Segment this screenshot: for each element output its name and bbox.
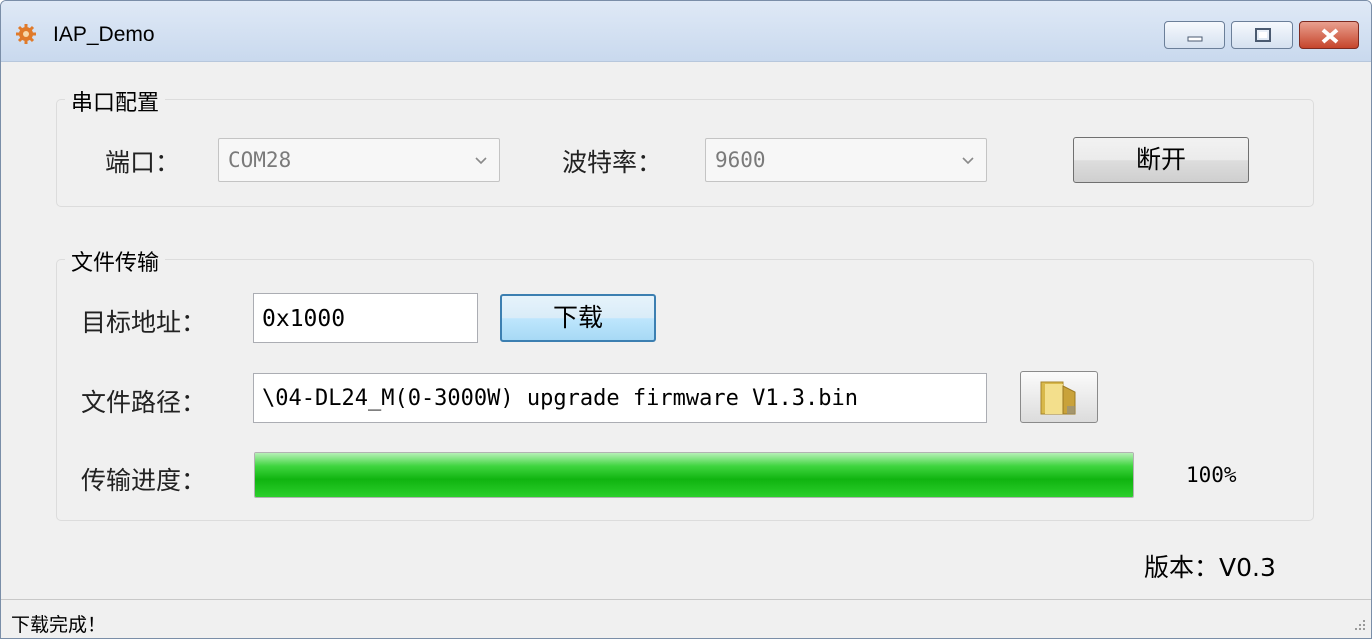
- download-label: 下载: [552, 303, 603, 332]
- status-bar: 下载完成！: [1, 599, 1371, 638]
- baud-select[interactable]: 9600: [705, 138, 987, 182]
- window-title: IAP_Demo: [53, 23, 155, 46]
- file-path-value: \04-DL24_M(0-3000W) upgrade firmware V1.…: [262, 386, 859, 411]
- chevron-down-icon: [962, 157, 974, 165]
- browse-button[interactable]: [1020, 371, 1098, 423]
- version-label: 版本：V0.3: [1144, 553, 1276, 582]
- progress-percent: 100%: [1186, 463, 1237, 487]
- baud-value: 9600: [715, 148, 766, 172]
- app-window: IAP_Demo 串口配置 端口： COM28 波特率： 9600 断开 文件传…: [0, 0, 1372, 639]
- path-label: 文件路径：: [81, 388, 207, 417]
- disconnect-button[interactable]: 断开: [1073, 137, 1249, 183]
- close-icon: [1321, 28, 1339, 44]
- download-button[interactable]: 下载: [500, 294, 656, 342]
- address-value: 0x1000: [262, 306, 346, 332]
- file-path-input[interactable]: \04-DL24_M(0-3000W) upgrade firmware V1.…: [253, 373, 987, 423]
- resize-grip-icon[interactable]: [1349, 616, 1367, 634]
- folder-icon: [1040, 381, 1076, 415]
- progress-fill: [255, 453, 1133, 497]
- chevron-down-icon: [475, 157, 487, 165]
- maximize-button[interactable]: [1231, 21, 1293, 49]
- close-button[interactable]: [1299, 21, 1359, 49]
- port-label: 端口：: [105, 148, 181, 177]
- gear-icon: [16, 24, 36, 44]
- progress-label: 传输进度：: [81, 466, 207, 495]
- address-input[interactable]: 0x1000: [253, 293, 478, 343]
- title-bar[interactable]: IAP_Demo: [1, 1, 1371, 62]
- minimize-button[interactable]: [1164, 21, 1225, 49]
- disconnect-label: 断开: [1135, 145, 1186, 174]
- port-value: COM28: [228, 148, 292, 172]
- status-text: 下载完成！: [11, 614, 107, 636]
- minimize-icon: [1187, 36, 1203, 42]
- baud-label: 波特率：: [562, 148, 663, 177]
- transfer-progress-bar: [254, 452, 1134, 498]
- address-label: 目标地址：: [81, 308, 207, 337]
- serial-group-label: 串口配置: [65, 85, 166, 117]
- port-select[interactable]: COM28: [218, 138, 500, 182]
- transfer-group-label: 文件传输: [65, 245, 166, 277]
- maximize-icon: [1255, 28, 1271, 42]
